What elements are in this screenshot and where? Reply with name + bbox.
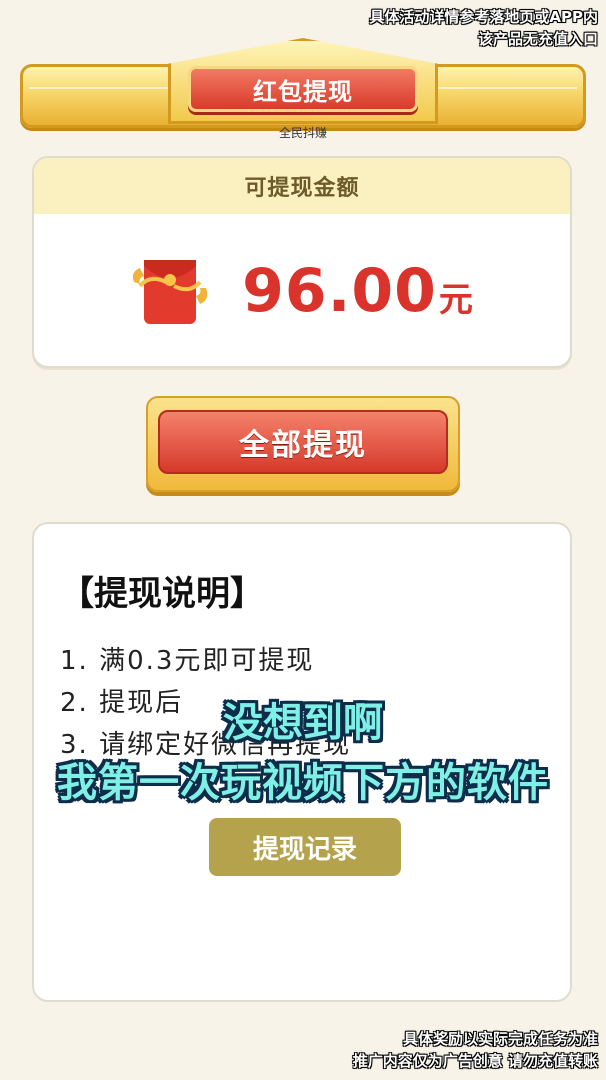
video-subtitle-line1: 没想到啊 xyxy=(223,700,383,746)
instruction-item: 1. 满0.3元即可提现 xyxy=(60,646,315,676)
page-title: 红包提现 xyxy=(188,66,418,112)
withdraw-all-button[interactable]: 全部提现 xyxy=(158,410,448,474)
app-name: 全民抖赚 xyxy=(278,126,327,140)
disclaimer-bottom: 具体奖励以实际完成任务为准 推广内容仅为广告创意 请勿充值转账 xyxy=(353,1028,598,1072)
balance-label: 可提现金额 xyxy=(34,158,570,214)
balance-amount-unit: 元 xyxy=(438,280,474,320)
disclaimer-top: 具体活动详情参考落地页或APP内 该产品无充值入口 xyxy=(369,6,598,50)
disclaimer-top-line1: 具体活动详情参考落地页或APP内 xyxy=(369,8,598,26)
balance-amount: 96.00 元 xyxy=(242,256,474,326)
disclaimer-bottom-line1: 具体奖励以实际完成任务为准 xyxy=(402,1030,598,1048)
disclaimer-top-line2: 该产品无充值入口 xyxy=(477,30,598,48)
withdraw-records-button[interactable]: 提现记录 xyxy=(209,818,401,876)
disclaimer-bottom-line2: 推广内容仅为广告创意 请勿充值转账 xyxy=(352,1052,598,1070)
withdraw-all-frame: 全部提现 xyxy=(146,396,460,492)
instructions-title: 【提现说明】 xyxy=(60,574,264,614)
balance-card: 可提现金额 96.00 元 xyxy=(32,156,572,368)
red-packet-icon xyxy=(130,256,208,326)
balance-amount-value: 96.00 xyxy=(242,256,437,326)
video-subtitle-line2: 我第一次玩视频下方的软件 xyxy=(57,760,549,806)
